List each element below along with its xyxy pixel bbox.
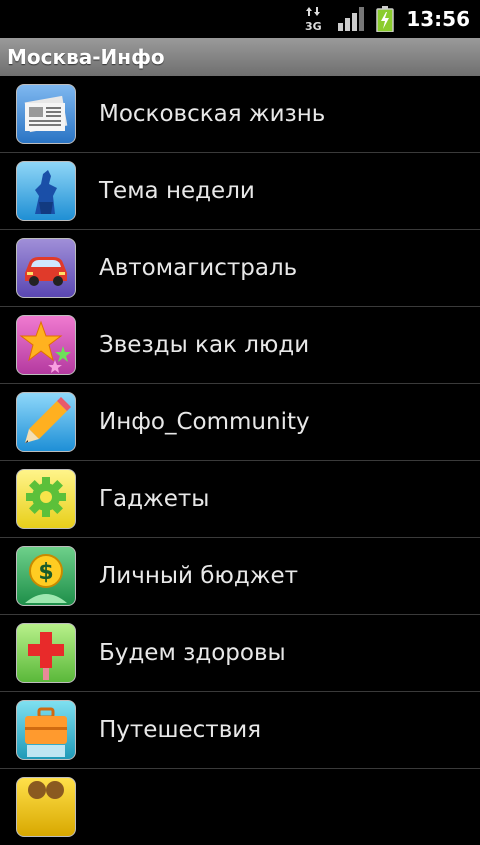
suitcase-icon [16,700,76,760]
list-item-label: Звезды как люди [99,332,310,358]
list-item-label: Личный бюджет [99,563,299,589]
list-item-label: Будем здоровы [99,640,286,666]
monument-icon [16,161,76,221]
dollar-icon: $ [16,546,76,606]
app-title: Москва-Инфо [7,45,165,69]
list-item-label: Путешествия [99,717,262,743]
list-item-community[interactable]: Инфо_Community [0,384,480,461]
gear-icon [16,469,76,529]
health-cross-icon [16,623,76,683]
list-item-label: Инфо_Community [99,409,310,435]
list-item-highway[interactable]: Автомагистраль [0,230,480,307]
status-bar: 3G 13:56 [0,0,480,38]
svg-text:3G: 3G [305,20,322,32]
list-item-label: Автомагистраль [99,255,298,281]
signal-icon [338,6,365,32]
list-item-budget[interactable]: $ Личный бюджет [0,538,480,615]
car-icon [16,238,76,298]
pencil-icon [16,392,76,452]
list-item-gadgets[interactable]: Гаджеты [0,461,480,538]
list-item-topic-of-week[interactable]: Тема недели [0,153,480,230]
list-item-travel[interactable]: Путешествия [0,692,480,769]
list-item-stars[interactable]: Звезды как люди [0,307,480,384]
stars-icon [16,315,76,375]
clock: 13:56 [406,7,470,31]
list-item-partial[interactable] [0,769,480,845]
list-item-health[interactable]: Будем здоровы [0,615,480,692]
list-item-label: Гаджеты [99,486,210,512]
data-3g-icon: 3G [304,6,326,32]
list-item-label: Московская жизнь [99,101,326,127]
list-item-moscow-life[interactable]: Московская жизнь [0,76,480,153]
svg-text:$: $ [38,560,53,585]
menu-list[interactable]: Московская жизнь Тема недели Автомагистр… [0,76,480,845]
coins-icon [16,777,76,837]
battery-charging-icon [376,6,395,32]
app-title-bar: Москва-Инфо [0,38,480,76]
list-item-label: Тема недели [99,178,255,204]
newspaper-icon [16,84,76,144]
